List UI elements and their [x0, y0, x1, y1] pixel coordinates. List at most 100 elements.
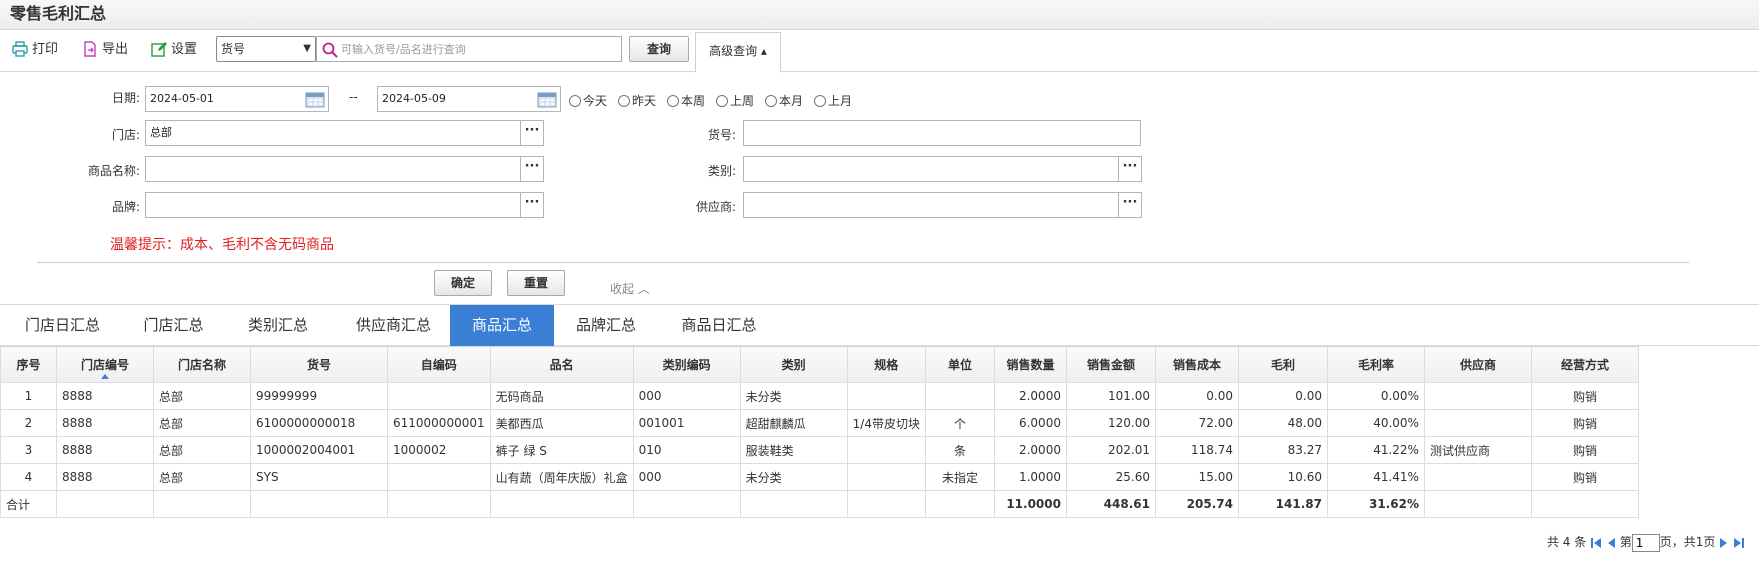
export-icon: [84, 41, 96, 57]
radio-yesterday[interactable]: 昨天: [618, 92, 656, 109]
settings-label: 设置: [171, 42, 198, 57]
col-header-cost[interactable]: 销售成本: [1154, 346, 1239, 383]
export-label: 导出: [102, 42, 129, 57]
tab-supplier[interactable]: 供应商汇总: [336, 305, 451, 346]
col-header-rate[interactable]: 毛利率: [1326, 346, 1425, 383]
cell-supplier: 测试供应商: [1423, 436, 1532, 464]
radio-circle: [716, 95, 728, 107]
prev-page-icon[interactable]: [1606, 537, 1616, 549]
cell-unit: 个: [924, 409, 995, 437]
cell-rate: 41.41%: [1326, 463, 1425, 491]
cell-index: 3: [0, 436, 57, 464]
date-to-input[interactable]: 2024-05-09: [377, 86, 561, 112]
radio-label: 上周: [730, 94, 755, 108]
date-from-input[interactable]: 2024-05-01: [145, 86, 329, 112]
col-header-store-name[interactable]: 门店名称: [153, 346, 251, 383]
supplier-input[interactable]: [743, 192, 1119, 218]
cell-amount: 25.60: [1065, 463, 1156, 491]
cell-store-code: 8888: [56, 409, 154, 437]
date-separator: --: [349, 90, 358, 104]
table-row[interactable]: 4 8888 总部 SYS 山有蔬（周年庆版）礼盒 000 未分类 未指定 1.…: [0, 463, 1639, 491]
radio-this-month[interactable]: 本月: [765, 92, 803, 109]
cell-rate: 0.00%: [1326, 382, 1425, 410]
table-row[interactable]: 2 8888 总部 6100000000018 611000000001 美都西…: [0, 409, 1639, 437]
cell-product-name: 美都西瓜: [489, 409, 634, 437]
store-input[interactable]: 总部: [145, 120, 521, 146]
tab-store-daily[interactable]: 门店日汇总: [8, 305, 117, 346]
col-header-category[interactable]: 类别: [739, 346, 848, 383]
export-button[interactable]: 导出: [82, 39, 128, 61]
search-icon: [322, 42, 338, 58]
radio-last-week[interactable]: 上周: [716, 92, 754, 109]
brand-picker-button[interactable]: ···: [520, 192, 544, 218]
col-header-category-code[interactable]: 类别编码: [632, 346, 741, 383]
next-page-icon[interactable]: [1719, 537, 1729, 549]
query-button[interactable]: 查询: [629, 36, 689, 62]
product-name-input[interactable]: [145, 156, 521, 182]
last-page-icon[interactable]: [1733, 537, 1745, 549]
empty-cell: [387, 490, 491, 518]
tab-category[interactable]: 类别汇总: [228, 305, 328, 346]
calendar-icon[interactable]: [537, 90, 557, 108]
col-header-sku[interactable]: 货号: [250, 346, 388, 383]
edit-settings-icon: [151, 42, 167, 57]
total-cost: 205.74: [1154, 490, 1239, 518]
product-picker-button[interactable]: ···: [520, 156, 544, 182]
radio-last-month[interactable]: 上月: [814, 92, 852, 109]
col-header-spec[interactable]: 规格: [846, 346, 926, 383]
radio-circle: [618, 95, 630, 107]
tab-store[interactable]: 门店汇总: [123, 305, 224, 346]
search-box: [316, 36, 622, 62]
col-header-store-code[interactable]: 门店编号: [56, 346, 154, 383]
table-row[interactable]: 1 8888 总部 99999999 无码商品 000 未分类 2.0000 1…: [0, 382, 1639, 410]
cell-category: 超甜麒麟瓜: [739, 409, 848, 437]
cell-mode: 购销: [1530, 409, 1639, 437]
col-header-supplier[interactable]: 供应商: [1423, 346, 1532, 383]
confirm-button[interactable]: 确定: [434, 270, 492, 296]
col-header-index[interactable]: 序号: [0, 346, 57, 383]
col-header-mode[interactable]: 经营方式: [1530, 346, 1639, 383]
search-input[interactable]: [341, 39, 611, 59]
advanced-query-tab[interactable]: 高级查询 ▴: [695, 32, 781, 73]
total-label: 合计: [0, 490, 57, 518]
calendar-icon[interactable]: [305, 90, 325, 108]
cell-profit: 83.27: [1237, 436, 1328, 464]
cell-custom-code: 1000002: [387, 436, 491, 464]
settings-button[interactable]: 设置: [151, 39, 197, 61]
tab-brand[interactable]: 品牌汇总: [557, 305, 655, 346]
search-field-select[interactable]: 货号 ▼: [216, 36, 316, 62]
col-header-product-name[interactable]: 品名: [489, 346, 634, 383]
first-page-icon[interactable]: [1590, 537, 1602, 549]
radio-circle: [814, 95, 826, 107]
empty-cell: [632, 490, 741, 518]
col-header-custom-code[interactable]: 自编码: [387, 346, 491, 383]
category-input[interactable]: [743, 156, 1119, 182]
collapse-link[interactable]: 收起 ︿: [610, 280, 650, 297]
supplier-picker-button[interactable]: ···: [1118, 192, 1142, 218]
cell-qty: 2.0000: [993, 382, 1067, 410]
col-header-unit[interactable]: 单位: [924, 346, 995, 383]
cell-supplier: [1423, 463, 1532, 491]
pagination: 共 4 条 第 页，共1页: [1547, 533, 1745, 552]
brand-input[interactable]: [145, 192, 521, 218]
radio-today[interactable]: 今天: [569, 92, 607, 109]
page-number-input[interactable]: [1631, 533, 1660, 552]
cell-qty: 6.0000: [993, 409, 1067, 437]
reset-button[interactable]: 重置: [507, 270, 565, 296]
print-button[interactable]: 打印: [12, 39, 58, 61]
cell-index: 1: [0, 382, 57, 410]
cell-mode: 购销: [1530, 436, 1639, 464]
category-picker-button[interactable]: ···: [1118, 156, 1142, 182]
col-header-qty[interactable]: 销售数量: [993, 346, 1067, 383]
toolbar: 打印 导出 设置 货号 ▼ 查询 高级查询 ▴: [0, 30, 1759, 73]
total-qty: 11.0000: [993, 490, 1067, 518]
col-header-amount[interactable]: 销售金额: [1065, 346, 1156, 383]
tab-product[interactable]: 商品汇总: [450, 305, 554, 346]
total-profit: 141.87: [1237, 490, 1328, 518]
store-picker-button[interactable]: ···: [520, 120, 544, 146]
radio-this-week[interactable]: 本周: [667, 92, 705, 109]
tab-product-daily[interactable]: 商品日汇总: [665, 305, 773, 346]
sku-input[interactable]: [743, 120, 1141, 146]
col-header-profit[interactable]: 毛利: [1237, 346, 1328, 383]
table-row[interactable]: 3 8888 总部 1000002004001 1000002 裤子 绿 S 0…: [0, 436, 1639, 464]
